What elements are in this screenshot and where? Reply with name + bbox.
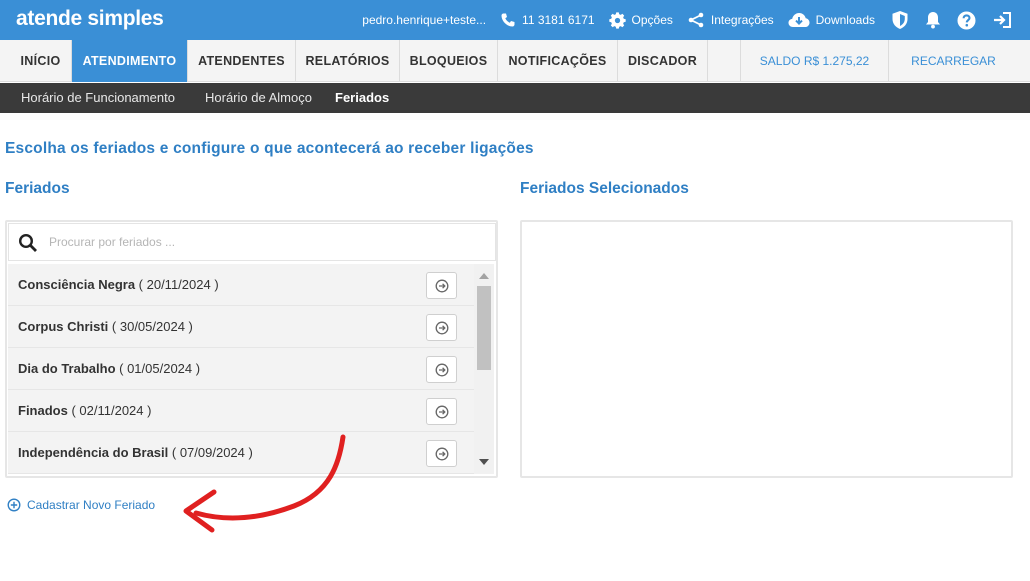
plus-circle-icon [7,498,21,512]
holiday-search-box [8,223,496,261]
tab-atendimento[interactable]: ATENDIMENTO [72,40,188,82]
balance-display: SALDO R$ 1.275,22 [740,40,888,82]
holidays-title: Feriados [5,180,70,197]
selected-holidays-panel [520,220,1013,478]
add-holiday-link[interactable]: Cadastrar Novo Feriado [7,498,155,512]
logout-button[interactable] [992,11,1012,29]
phone-icon [501,13,515,27]
holiday-name: Corpus Christi [18,319,109,334]
selected-holidays-title: Feriados Selecionados [520,180,689,197]
holiday-date: ( 02/11/2024 ) [71,403,152,418]
holiday-date: ( 30/05/2024 ) [111,319,193,334]
holiday-name: Dia do Trabalho [18,361,116,376]
tab-bloqueios[interactable]: BLOQUEIOS [400,40,498,82]
holiday-list-item: Dia do Trabalho ( 01/05/2024 ) [8,348,474,390]
arrow-circle-right-icon [435,447,448,460]
share-icon [688,12,704,28]
search-icon [18,233,37,252]
phone-link[interactable]: 11 3181 6171 [500,12,595,28]
subnav-horario-funcionamento[interactable]: Horário de Funcionamento [21,83,175,113]
help-icon [957,11,976,29]
arrow-circle-right-icon [435,279,448,292]
integrations-label: Integrações [710,13,774,27]
gear-icon [608,11,626,29]
options-menu[interactable]: Opções [608,11,673,29]
holiday-list-item: Finados ( 02/11/2024 ) [8,390,474,432]
holiday-list-item: Corpus Christi ( 30/05/2024 ) [8,306,474,348]
arrow-circle-right-icon [435,321,448,334]
subnav-feriados[interactable]: Feriados [335,83,389,113]
holiday-date: ( 01/05/2024 ) [119,361,201,376]
holiday-name: Independência do Brasil [18,445,169,460]
annotation-arrow [183,434,346,533]
app-logo[interactable]: atende simples [16,7,164,31]
arrow-circle-right-icon [435,405,448,418]
top-bar-actions: pedro.henrique+teste... 11 3181 6171 Opç… [348,0,1012,40]
add-holiday-label: Cadastrar Novo Feriado [27,498,156,512]
select-holiday-button[interactable] [426,356,457,383]
tab-inicio[interactable]: INÍCIO [10,40,72,82]
downloads-label: Downloads [815,13,875,27]
integrations-menu[interactable]: Integrações [687,12,774,28]
security-button[interactable] [891,10,909,30]
holiday-search-input[interactable] [49,232,449,252]
holiday-date: ( 20/11/2024 ) [138,277,219,292]
select-holiday-button[interactable] [426,314,457,341]
holiday-name: Consciência Negra [18,277,136,292]
tab-relatorios[interactable]: RELATÓRIOS [296,40,400,82]
downloads-menu[interactable]: Downloads [788,12,875,28]
notifications-button[interactable] [925,11,941,29]
user-account-link[interactable]: pedro.henrique+teste... [362,13,486,27]
holiday-name: Finados [18,403,68,418]
arrow-circle-right-icon [435,363,448,376]
select-holiday-button[interactable] [426,398,457,425]
scroll-up-arrow[interactable] [479,273,489,279]
tab-atendentes[interactable]: ATENDENTES [188,40,296,82]
cloud-download-icon [788,13,810,27]
recharge-link[interactable]: RECARREGAR [888,40,1018,82]
page-heading: Escolha os feriados e configure o que ac… [5,140,534,157]
help-button[interactable] [957,11,976,30]
subnav-horario-almoco[interactable]: Horário de Almoço [205,83,312,113]
top-bar: atende simples pedro.henrique+teste... 1… [0,0,1030,40]
scroll-thumb[interactable] [477,286,491,370]
main-nav: INÍCIO ATENDIMENTO ATENDENTES RELATÓRIOS… [0,40,1030,82]
tab-notificacoes[interactable]: NOTIFICAÇÕES [498,40,618,82]
logout-icon [994,12,1011,28]
select-holiday-button[interactable] [426,272,457,299]
options-label: Opções [631,13,673,27]
scroll-down-arrow[interactable] [479,459,489,465]
phone-number: 11 3181 6171 [522,13,595,27]
bell-icon [926,12,940,29]
shield-icon [892,11,908,29]
holidays-list-scrollbar[interactable] [474,264,494,474]
holiday-list-item: Consciência Negra ( 20/11/2024 ) [8,264,474,306]
sub-nav: Horário de Funcionamento Horário de Almo… [0,83,1030,113]
tab-discador[interactable]: DISCADOR [618,40,708,82]
select-holiday-button[interactable] [426,440,457,467]
